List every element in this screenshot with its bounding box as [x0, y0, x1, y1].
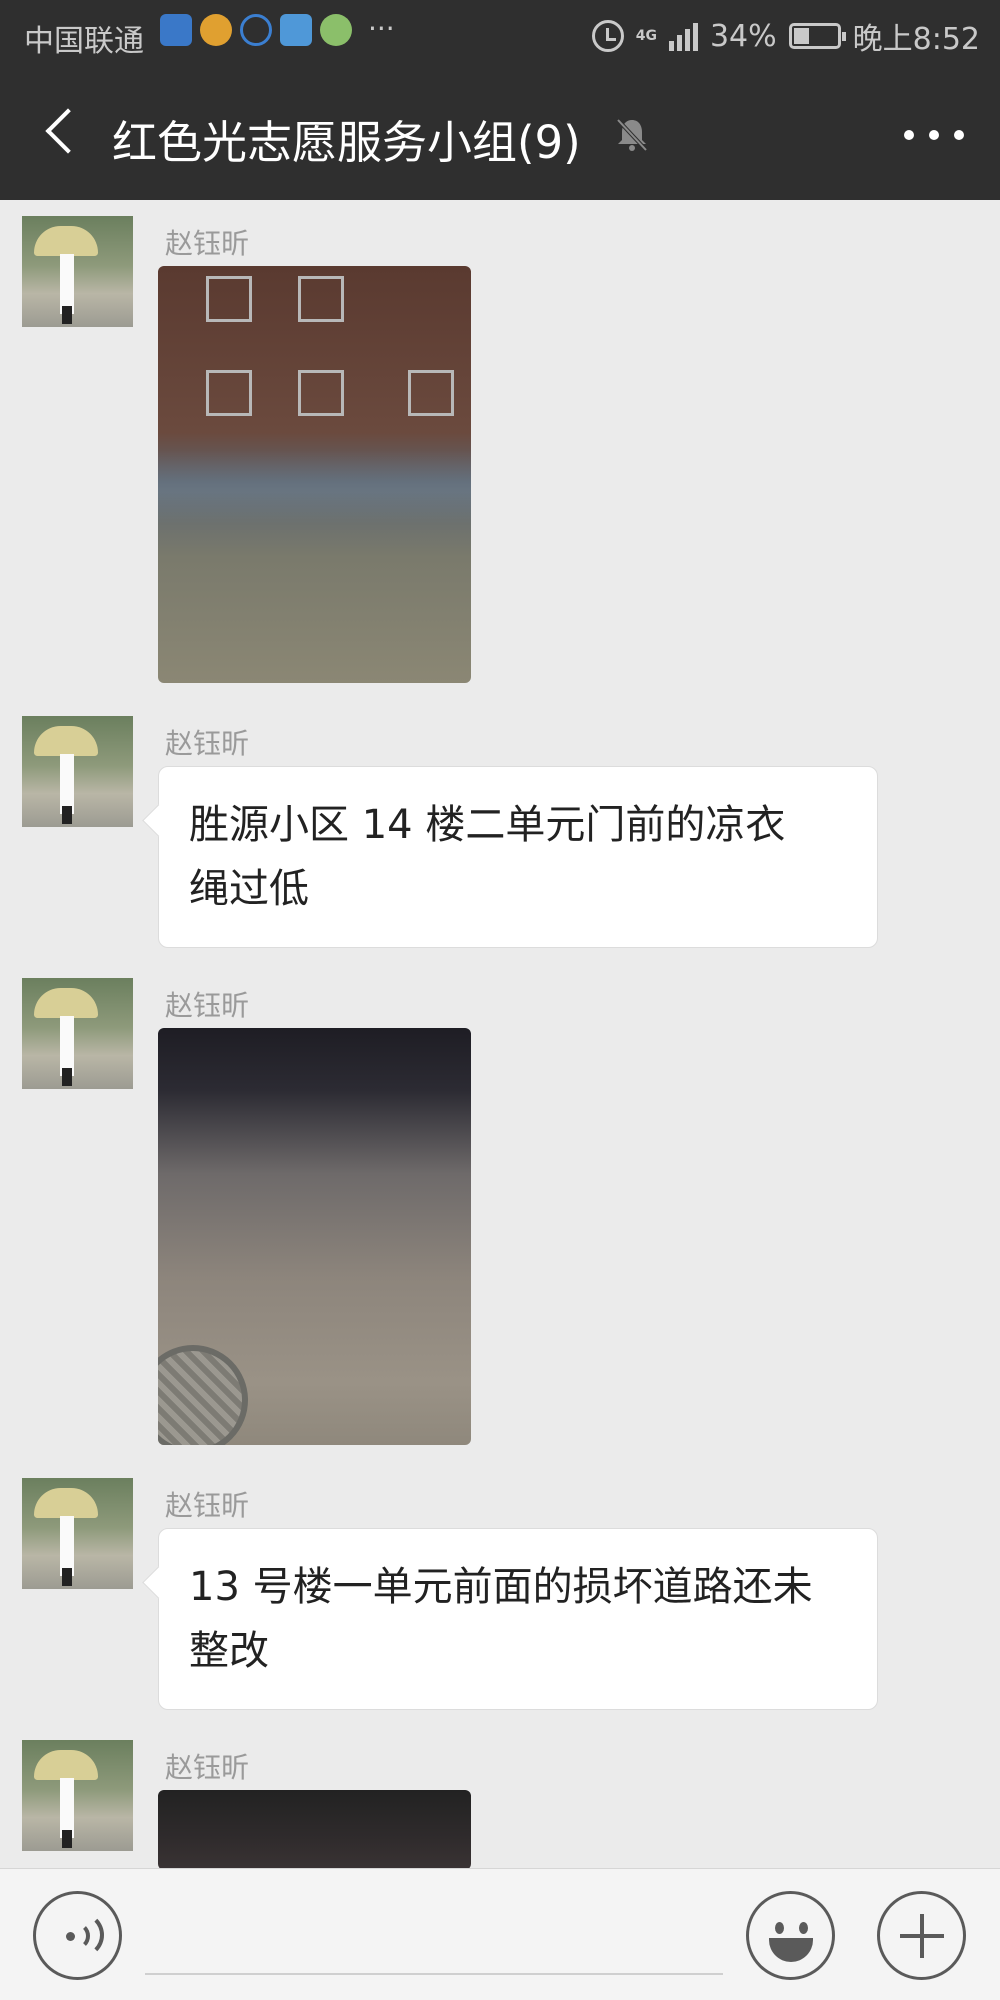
status-bar: 中国联通 ··· 4G 34% 晚上8:52 [0, 0, 1000, 70]
sender-name: 赵钰昕 [165, 227, 250, 260]
message-bubble[interactable]: 胜源小区 14 楼二单元门前的凉衣 绳过低 [158, 766, 878, 948]
signal-icon [668, 21, 698, 51]
clock: 晚上8:52 [852, 22, 980, 57]
avatar[interactable] [22, 1478, 133, 1589]
mute-bell-icon [616, 118, 648, 152]
manhole-cover [158, 1345, 248, 1445]
battery-percent: 34% [709, 18, 777, 54]
status-right: 4G 34% 晚上8:52 [591, 14, 980, 58]
notification-icons [160, 14, 352, 46]
message-image[interactable] [158, 1028, 471, 1445]
message-text-line: 整改 [189, 1628, 269, 1674]
battery-icon [788, 23, 846, 49]
more-dot-icon [929, 130, 939, 140]
message-text-line: 绳过低 [189, 866, 309, 912]
voice-input-button[interactable] [33, 1891, 122, 1980]
message-image[interactable] [158, 1790, 471, 1868]
more-options-button[interactable] [904, 110, 964, 160]
carrier-name: 中国联通 [24, 24, 144, 59]
app-icon [320, 14, 352, 46]
sender-name: 赵钰昕 [165, 1751, 250, 1784]
message-input[interactable] [145, 1899, 723, 1975]
message-image[interactable] [158, 266, 471, 683]
avatar[interactable] [22, 1740, 133, 1851]
mail-icon [200, 14, 232, 46]
network-type: 4G [635, 28, 657, 44]
sender-name: 赵钰昕 [165, 989, 250, 1022]
more-dot-icon [904, 130, 914, 140]
shield-icon [160, 14, 192, 46]
alarm-icon [591, 20, 624, 52]
avatar[interactable] [22, 216, 133, 327]
more-functions-button[interactable] [877, 1891, 966, 1980]
message-text-line: 胜源小区 14 楼二单元门前的凉衣 [189, 802, 786, 848]
smiley-icon [775, 1922, 784, 1934]
chat-header: 红色光志愿服务小组(9) [0, 70, 1000, 200]
input-bar [0, 1868, 1000, 2000]
chat-title: 红色光志愿服务小组(9) [112, 116, 581, 169]
message-list[interactable]: 赵钰昕 赵钰昕 胜源小区 14 楼二单元门前的凉衣 绳过低 赵钰昕 赵钰昕 13… [0, 200, 1000, 1868]
emoji-button[interactable] [746, 1891, 835, 1980]
message-bubble[interactable]: 13 号楼一单元前面的损坏道路还未 整改 [158, 1528, 878, 1710]
more-dot-icon [954, 130, 964, 140]
more-notifications-indicator: ··· [368, 12, 395, 45]
sender-name: 赵钰昕 [165, 727, 250, 760]
message-text-line: 13 号楼一单元前面的损坏道路还未 [189, 1564, 813, 1610]
avatar[interactable] [22, 978, 133, 1089]
card-icon [280, 14, 312, 46]
back-button[interactable] [30, 105, 90, 165]
avatar[interactable] [22, 716, 133, 827]
headset-icon [240, 14, 272, 46]
sender-name: 赵钰昕 [165, 1489, 250, 1522]
